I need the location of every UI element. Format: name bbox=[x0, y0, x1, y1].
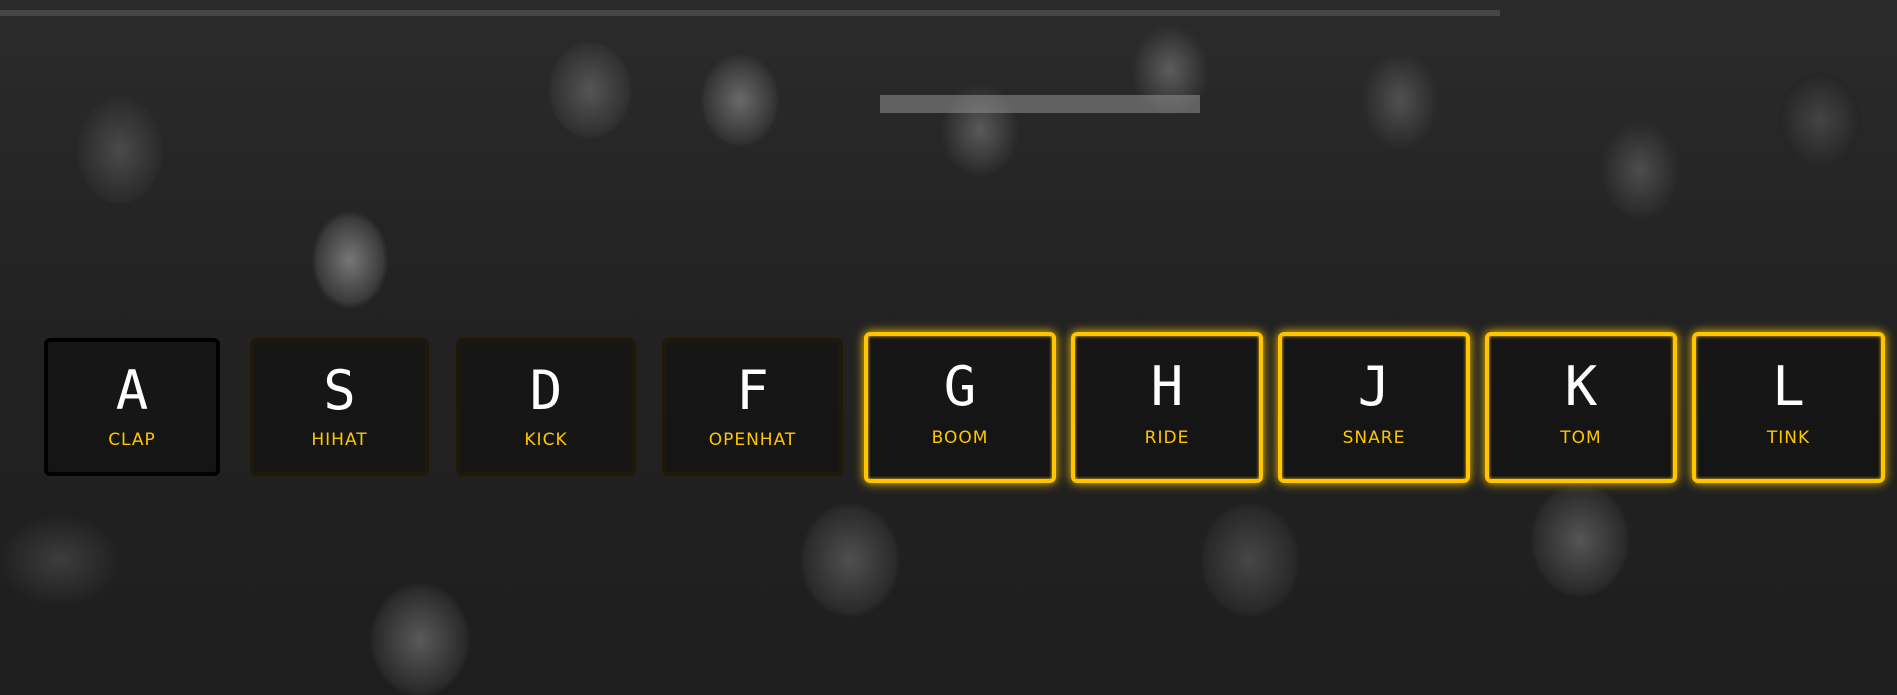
crowd-background: A CLAP S HIHAT D KICK F OPENHAT G BOOM H… bbox=[0, 0, 1897, 695]
key-letter: L bbox=[1772, 355, 1805, 418]
key-sound-label: SNARE bbox=[1342, 428, 1406, 448]
drum-keys: A CLAP S HIHAT D KICK F OPENHAT G BOOM H… bbox=[0, 0, 1897, 695]
key-letter: F bbox=[736, 359, 769, 422]
key-sound-label: OPENHAT bbox=[708, 430, 797, 450]
key-letter: A bbox=[115, 359, 149, 422]
key-h[interactable]: H RIDE bbox=[1071, 332, 1263, 483]
key-sound-label: BOOM bbox=[931, 428, 989, 448]
key-k[interactable]: K TOM bbox=[1485, 332, 1677, 483]
key-letter: D bbox=[529, 359, 563, 422]
key-sound-label: CLAP bbox=[108, 430, 156, 450]
key-letter: J bbox=[1357, 355, 1391, 418]
key-sound-label: KICK bbox=[524, 430, 568, 450]
key-d[interactable]: D KICK bbox=[456, 338, 636, 476]
key-letter: G bbox=[943, 355, 977, 418]
key-sound-label: TINK bbox=[1766, 428, 1811, 448]
key-j[interactable]: J SNARE bbox=[1278, 332, 1470, 483]
key-letter: H bbox=[1150, 355, 1184, 418]
key-sound-label: RIDE bbox=[1144, 428, 1190, 448]
key-a[interactable]: A CLAP bbox=[44, 338, 220, 476]
key-sound-label: TOM bbox=[1560, 428, 1602, 448]
key-f[interactable]: F OPENHAT bbox=[662, 338, 843, 476]
key-sound-label: HIHAT bbox=[311, 430, 368, 450]
key-letter: S bbox=[323, 359, 356, 422]
key-s[interactable]: S HIHAT bbox=[250, 338, 429, 476]
key-letter: K bbox=[1564, 355, 1598, 418]
key-l[interactable]: L TINK bbox=[1692, 332, 1885, 483]
key-g[interactable]: G BOOM bbox=[864, 332, 1056, 483]
